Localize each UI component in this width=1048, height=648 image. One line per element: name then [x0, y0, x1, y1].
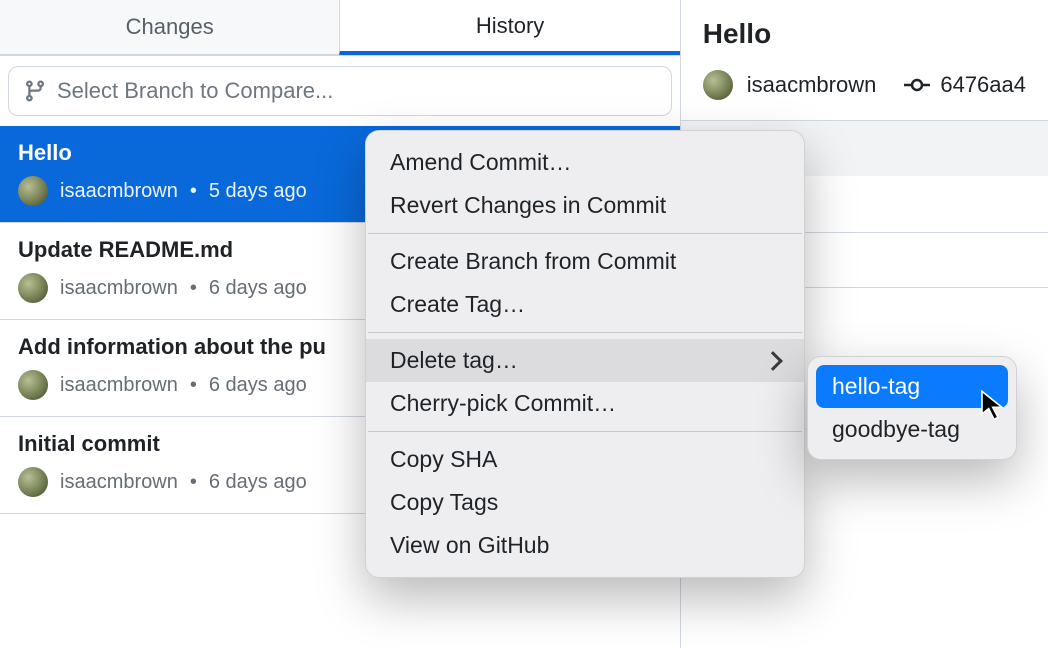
branch-compare-select[interactable]: Select Branch to Compare... [8, 66, 672, 116]
menu-separator [368, 332, 802, 333]
menu-cherry-pick[interactable]: Cherry-pick Commit… [366, 382, 804, 425]
commit-time: 6 days ago [190, 471, 307, 494]
menu-view-github[interactable]: View on GitHub [366, 524, 804, 567]
commit-icon [904, 77, 930, 93]
git-branch-icon [23, 79, 47, 103]
menu-separator [368, 233, 802, 234]
commit-time: 6 days ago [190, 277, 307, 300]
commit-time: 5 days ago [190, 180, 307, 203]
menu-separator [368, 431, 802, 432]
menu-create-branch[interactable]: Create Branch from Commit [366, 240, 804, 283]
tabs: Changes History [0, 0, 680, 56]
commit-author: isaacmbrown [60, 471, 178, 494]
commit-sha[interactable]: 6476aa4 [940, 72, 1026, 98]
tab-history[interactable]: History [339, 0, 679, 55]
commit-detail-author: isaacmbrown [747, 72, 877, 98]
commit-time: 6 days ago [190, 374, 307, 397]
commit-detail-header: Hello isaacmbrown 6476aa4 [681, 0, 1048, 120]
commit-author: isaacmbrown [60, 180, 178, 203]
menu-copy-tags[interactable]: Copy Tags [366, 481, 804, 524]
tab-changes[interactable]: Changes [0, 0, 339, 55]
menu-create-tag[interactable]: Create Tag… [366, 283, 804, 326]
menu-copy-sha[interactable]: Copy SHA [366, 438, 804, 481]
avatar [18, 370, 48, 400]
cursor-icon [980, 390, 1008, 427]
commit-author: isaacmbrown [60, 277, 178, 300]
avatar [18, 467, 48, 497]
branch-compare-placeholder: Select Branch to Compare... [57, 78, 333, 104]
menu-amend-commit[interactable]: Amend Commit… [366, 141, 804, 184]
commit-detail-title: Hello [703, 18, 1026, 50]
context-menu: Amend Commit… Revert Changes in Commit C… [365, 130, 805, 578]
commit-author: isaacmbrown [60, 374, 178, 397]
avatar [703, 70, 733, 100]
avatar [18, 176, 48, 206]
menu-delete-tag[interactable]: Delete tag… [366, 339, 804, 382]
chevron-right-icon [766, 354, 780, 368]
avatar [18, 273, 48, 303]
menu-revert-changes[interactable]: Revert Changes in Commit [366, 184, 804, 227]
